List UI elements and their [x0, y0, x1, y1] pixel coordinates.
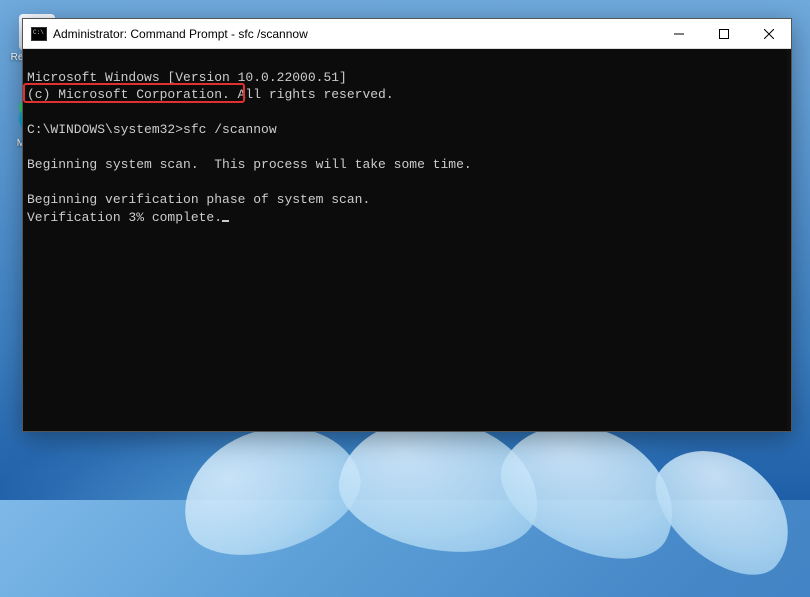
terminal-cursor — [222, 220, 229, 222]
terminal-progress-text: Verification 3% complete. — [27, 210, 222, 225]
terminal-output[interactable]: Microsoft Windows [Version 10.0.22000.51… — [23, 49, 791, 431]
terminal-line-verify-progress: Verification 3% complete. — [27, 210, 229, 225]
terminal-line-verify-phase: Beginning verification phase of system s… — [27, 192, 370, 207]
minimize-icon — [674, 29, 684, 39]
maximize-icon — [719, 29, 729, 39]
minimize-button[interactable] — [656, 19, 701, 49]
window-titlebar[interactable]: Administrator: Command Prompt - sfc /sca… — [23, 19, 791, 49]
terminal-line-scan-begin: Beginning system scan. This process will… — [27, 157, 472, 172]
terminal-line-copyright: (c) Microsoft Corporation. All rights re… — [27, 87, 394, 102]
terminal-line-prompt-command: C:\WINDOWS\system32>sfc /scannow — [27, 122, 277, 137]
terminal-line-version: Microsoft Windows [Version 10.0.22000.51… — [27, 70, 347, 85]
close-icon — [764, 29, 774, 39]
cmd-app-icon — [31, 27, 47, 41]
wallpaper-petal — [635, 423, 810, 596]
maximize-button[interactable] — [701, 19, 746, 49]
window-title: Administrator: Command Prompt - sfc /sca… — [53, 27, 308, 41]
command-prompt-window: Administrator: Command Prompt - sfc /sca… — [22, 18, 792, 432]
close-button[interactable] — [746, 19, 791, 49]
scrollbar-track[interactable] — [787, 49, 791, 431]
